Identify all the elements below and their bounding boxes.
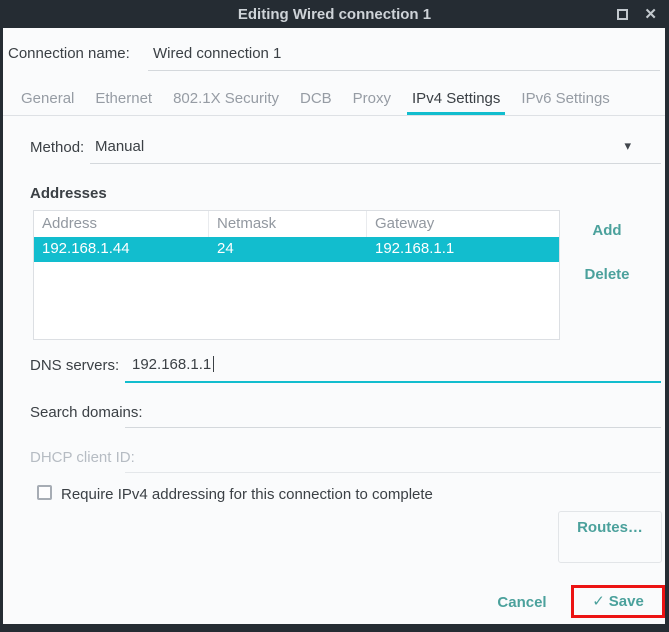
delete-button[interactable]: Delete [575,266,639,283]
connection-name-label: Connection name: [8,45,130,62]
window-controls: ✕ [617,0,657,28]
addresses-table-header: Address Netmask Gateway [34,211,559,237]
save-button[interactable]: ✓Save [577,593,659,610]
dns-servers-label: DNS servers: [30,357,119,374]
address-table-row[interactable]: 192.168.1.44 24 192.168.1.1 [34,237,559,262]
tab-proxy[interactable]: Proxy [348,85,396,115]
cancel-button[interactable]: Cancel [487,594,557,611]
tab-ipv4-settings[interactable]: IPv4 Settings [407,85,505,115]
settings-tabs: General Ethernet 802.1X Security DCB Pro… [3,85,665,116]
method-label: Method: [30,139,84,156]
dns-servers-input[interactable]: 192.168.1.1 [125,350,661,383]
method-value: Manual [95,138,144,155]
column-header-netmask: Netmask [209,211,367,237]
add-button[interactable]: Add [581,222,633,239]
window-title: Editing Wired connection 1 [238,6,431,23]
require-ipv4-checkbox-label[interactable]: Require IPv4 addressing for this connect… [61,486,433,503]
tab-ethernet[interactable]: Ethernet [90,85,157,115]
tab-ipv6-settings[interactable]: IPv6 Settings [516,85,614,115]
text-caret [213,356,214,372]
routes-button[interactable]: Routes… [558,519,662,536]
address-cell: 192.168.1.44 [34,237,209,262]
maximize-icon[interactable] [617,9,628,20]
connection-name-value: Wired connection 1 [153,45,281,62]
column-header-address: Address [34,211,209,237]
column-header-gateway: Gateway [367,211,559,237]
method-select[interactable]: Manual ▾ [90,132,661,164]
dns-servers-value: 192.168.1.1 [132,356,214,373]
connection-name-input[interactable]: Wired connection 1 [148,36,660,71]
chevron-down-icon: ▾ [624,138,631,154]
netmask-cell: 24 [209,237,367,262]
addresses-section-title: Addresses [30,185,107,202]
check-icon: ✓ [592,593,605,610]
dhcp-client-id-label: DHCP client ID: [30,449,135,466]
dhcp-client-id-input [125,442,661,473]
addresses-table[interactable]: Address Netmask Gateway 192.168.1.44 24 … [33,210,560,340]
titlebar[interactable]: Editing Wired connection 1 [0,0,669,28]
gateway-cell: 192.168.1.1 [367,237,559,262]
save-button-label: Save [609,593,644,610]
search-domains-input[interactable] [125,397,661,428]
tab-dcb[interactable]: DCB [295,85,337,115]
tab-8021x-security[interactable]: 802.1X Security [168,85,284,115]
require-ipv4-checkbox[interactable] [37,485,52,500]
connection-editor-window: Editing Wired connection 1 ✕ Connection … [0,0,669,632]
close-icon[interactable]: ✕ [644,7,657,22]
tab-general[interactable]: General [16,85,79,115]
